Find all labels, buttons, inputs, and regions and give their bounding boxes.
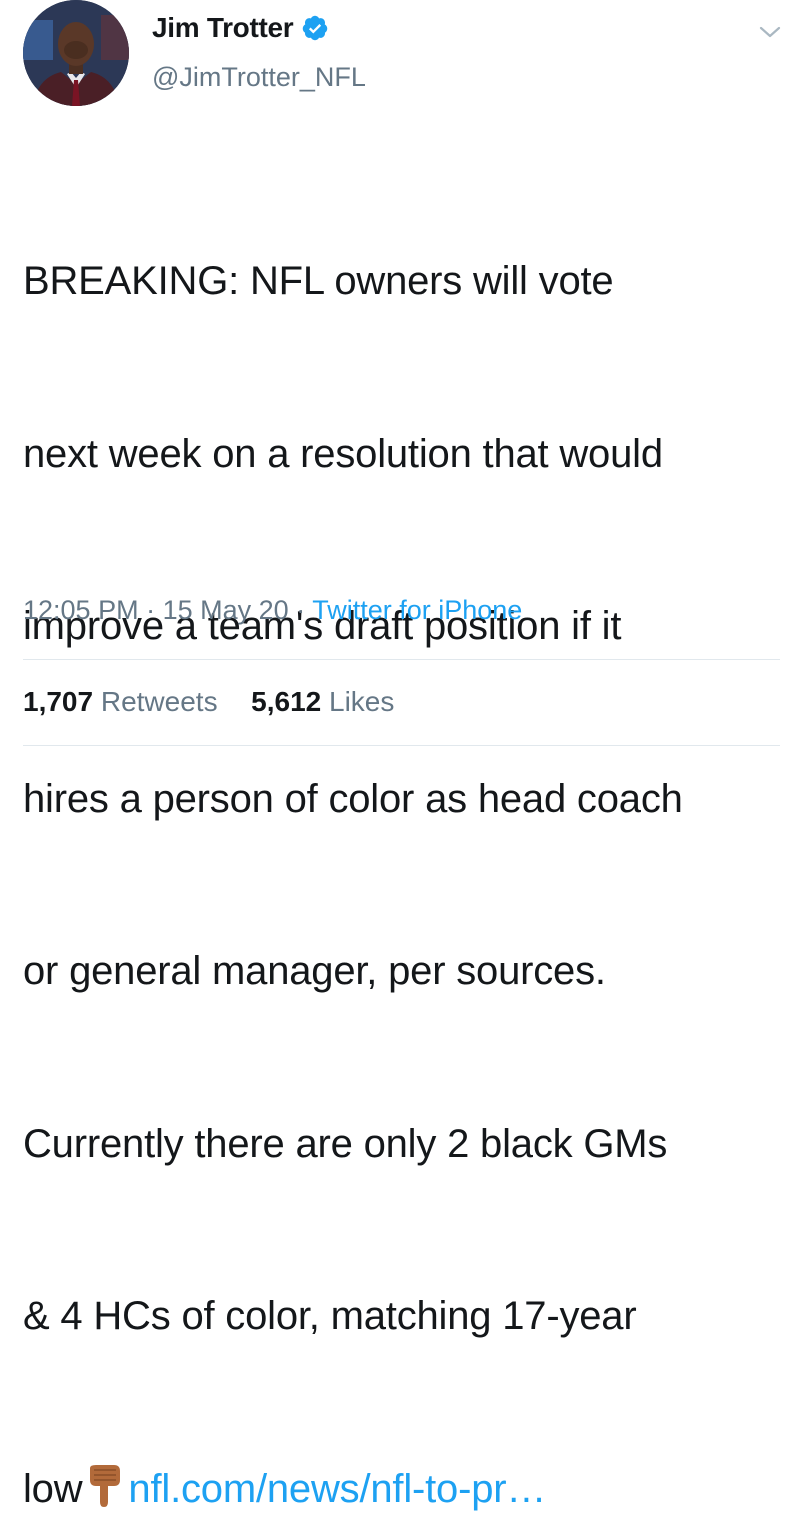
author-handle[interactable]: @JimTrotter_NFL (152, 62, 366, 93)
tweet-text-line: Currently there are only 2 black GMs (23, 1116, 793, 1174)
tweet-link[interactable]: nfl.com/news/nfl-to-pr… (128, 1467, 546, 1511)
likes-label: Likes (329, 686, 394, 717)
tweet-meta: 12:05 PM · 15 May 20 · Twitter for iPhon… (23, 595, 522, 626)
divider (23, 745, 780, 746)
meta-separator: · (146, 595, 155, 625)
tweet-text: BREAKING: NFL owners will vote next week… (23, 138, 793, 1520)
verified-badge-icon (301, 14, 329, 42)
likes-count: 5,612 (251, 686, 321, 717)
tweet-text-line: BREAKING: NFL owners will vote (23, 253, 793, 311)
tweet-text-line: hires a person of color as head coach (23, 771, 793, 829)
divider (23, 659, 780, 660)
tweet-text-line: next week on a resolution that would (23, 426, 793, 484)
tweet-time[interactable]: 12:05 PM (23, 595, 139, 625)
tweet-stats: 1,707 Retweets 5,612 Likes (23, 686, 394, 718)
retweets-count: 1,707 (23, 686, 93, 717)
author-display-name[interactable]: Jim Trotter (152, 12, 293, 44)
tweet-text-line: & 4 HCs of color, matching 17-year (23, 1288, 793, 1346)
tweet-text-line: or general manager, per sources. (23, 943, 793, 1001)
retweets-stat[interactable]: 1,707 Retweets (23, 686, 218, 717)
tweet-text-word: low (23, 1467, 82, 1511)
backhand-index-pointing-down-icon (84, 1464, 124, 1520)
avatar[interactable] (23, 0, 129, 106)
author-name-row[interactable]: Jim Trotter (152, 10, 329, 46)
retweets-label: Retweets (101, 686, 218, 717)
tweet-date[interactable]: 15 May 20 (163, 595, 289, 625)
likes-stat[interactable]: 5,612 Likes (251, 686, 394, 717)
avatar-image (23, 0, 129, 106)
tweet-text-last-line: low nfl.com/news/nfl-to-pr… (23, 1461, 793, 1520)
meta-separator: · (296, 595, 305, 625)
tweet-source-link[interactable]: Twitter for iPhone (312, 595, 522, 625)
chevron-down-icon[interactable] (758, 20, 782, 44)
